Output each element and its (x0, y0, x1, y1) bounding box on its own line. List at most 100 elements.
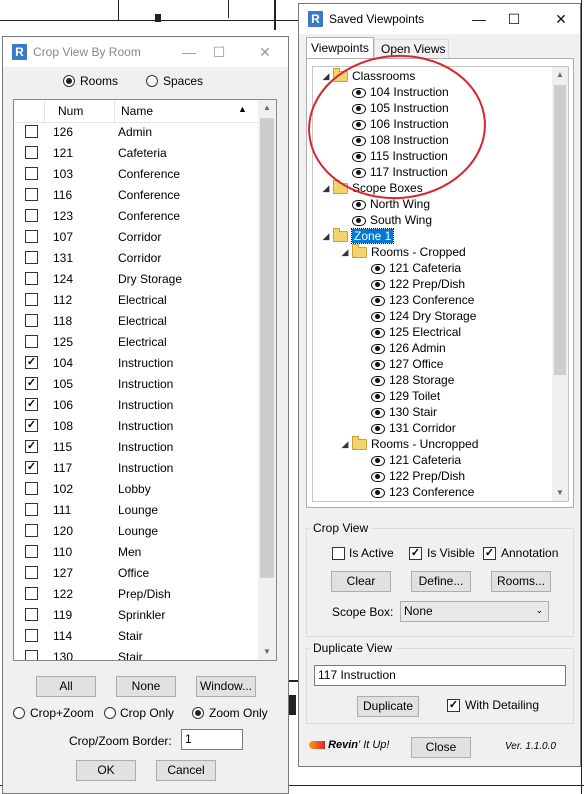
crop-view-titlebar[interactable]: R Crop View By Room — ☐ ✕ (3, 37, 288, 67)
minimize-icon[interactable]: — (175, 40, 203, 64)
clear-button[interactable]: Clear (331, 571, 391, 592)
room-list-row[interactable]: 118 Electrical (14, 311, 258, 332)
room-checkbox[interactable] (25, 503, 38, 516)
duplicate-button[interactable]: Duplicate (357, 696, 419, 717)
room-checkbox[interactable]: ✓ (25, 461, 38, 474)
room-checkbox[interactable] (25, 482, 38, 495)
room-checkbox[interactable]: ✓ (25, 377, 38, 390)
define-button[interactable]: Define... (411, 571, 471, 592)
room-list-row[interactable]: 114 Stair (14, 626, 258, 647)
minimize-icon[interactable]: — (465, 7, 493, 31)
rooms-button[interactable]: Rooms... (491, 571, 551, 592)
tree-viewpoint[interactable]: 129 Toilet (371, 388, 440, 404)
room-checkbox[interactable] (25, 272, 38, 285)
room-list-row[interactable]: 125 Electrical (14, 332, 258, 353)
zoom-only-radio[interactable] (192, 707, 204, 719)
room-checkbox[interactable] (25, 146, 38, 159)
room-list-row[interactable]: 130 Stair (14, 647, 258, 660)
col-name-header[interactable]: Name (121, 104, 153, 118)
close-button[interactable]: Close (411, 737, 471, 758)
room-list-row[interactable]: 110 Men (14, 542, 258, 563)
room-checkbox[interactable] (25, 125, 38, 138)
room-list-row[interactable]: 112 Electrical (14, 290, 258, 311)
expand-arrow-icon[interactable]: ◢ (321, 228, 331, 244)
room-checkbox[interactable] (25, 209, 38, 222)
list-scrollbar[interactable]: ▲ ▼ (258, 100, 276, 660)
room-list-row[interactable]: ✓ 108 Instruction (14, 416, 258, 437)
window-button[interactable]: Window... (196, 676, 256, 697)
room-list-row[interactable]: ✓ 104 Instruction (14, 353, 258, 374)
border-input[interactable]: 1 (181, 729, 243, 750)
tree-viewpoint[interactable]: 125 Electrical (371, 324, 461, 340)
spaces-radio[interactable] (146, 75, 158, 87)
expand-arrow-icon[interactable]: ◢ (340, 436, 350, 452)
room-list-row[interactable]: 102 Lobby (14, 479, 258, 500)
tree-viewpoint[interactable]: 122 Prep/Dish (371, 468, 465, 484)
room-checkbox[interactable] (25, 335, 38, 348)
room-checkbox[interactable]: ✓ (25, 356, 38, 369)
room-list-row[interactable]: 127 Office (14, 563, 258, 584)
annotation-checkbox[interactable]: ✓ (483, 547, 496, 560)
room-list-row[interactable]: ✓ 115 Instruction (14, 437, 258, 458)
crop-only-radio[interactable] (104, 707, 116, 719)
room-checkbox[interactable]: ✓ (25, 440, 38, 453)
room-list-row[interactable]: ✓ 117 Instruction (14, 458, 258, 479)
scroll-thumb[interactable] (260, 118, 274, 578)
tree-scrollbar[interactable]: ▲ ▼ (552, 67, 568, 501)
room-list-row[interactable]: 123 Conference (14, 206, 258, 227)
room-list-row[interactable]: 119 Sprinkler (14, 605, 258, 626)
room-list-row[interactable]: ✓ 106 Instruction (14, 395, 258, 416)
room-list-row[interactable]: 126 Admin (14, 122, 258, 143)
tree-folder[interactable]: Zone 1 (333, 228, 395, 244)
cancel-button[interactable]: Cancel (156, 760, 216, 781)
scope-box-select[interactable]: None ⌄ (400, 601, 549, 622)
tree-viewpoint[interactable]: 126 Admin (371, 340, 446, 356)
room-checkbox[interactable] (25, 524, 38, 537)
tree-viewpoint[interactable]: 131 Corridor (371, 420, 456, 436)
duplicate-name-input[interactable]: 117 Instruction (314, 665, 566, 686)
room-checkbox[interactable] (25, 608, 38, 621)
rooms-radio[interactable] (63, 75, 75, 87)
room-checkbox[interactable] (25, 587, 38, 600)
room-list-row[interactable]: 121 Cafeteria (14, 143, 258, 164)
room-checkbox[interactable] (25, 230, 38, 243)
saved-viewpoints-titlebar[interactable]: R Saved Viewpoints — ☐ ✕ (299, 4, 580, 34)
close-icon[interactable]: ✕ (547, 7, 575, 31)
tree-viewpoint[interactable]: 124 Dry Storage (371, 308, 476, 324)
none-button[interactable]: None (116, 676, 176, 697)
scroll-down-icon[interactable]: ▼ (258, 644, 276, 660)
close-icon[interactable]: ✕ (251, 40, 279, 64)
room-list[interactable]: Num Name ▲ 126 Admin 121 Cafeteria 103 Confer… (13, 99, 277, 661)
room-checkbox[interactable] (25, 650, 38, 660)
room-checkbox[interactable]: ✓ (25, 419, 38, 432)
tree-viewpoint[interactable]: 121 Cafeteria (371, 260, 461, 276)
tree-viewpoint[interactable]: 123 Conference (371, 292, 474, 308)
room-list-row[interactable]: 116 Conference (14, 185, 258, 206)
col-num-header[interactable]: Num (58, 104, 83, 118)
room-list-row[interactable]: ✓ 105 Instruction (14, 374, 258, 395)
scroll-up-icon[interactable]: ▲ (258, 100, 276, 116)
maximize-icon[interactable]: ☐ (205, 40, 233, 64)
room-checkbox[interactable] (25, 545, 38, 558)
room-checkbox[interactable]: ✓ (25, 398, 38, 411)
room-checkbox[interactable] (25, 314, 38, 327)
scroll-up-icon[interactable]: ▲ (552, 67, 568, 83)
room-checkbox[interactable] (25, 167, 38, 180)
is-visible-checkbox[interactable]: ✓ (409, 547, 422, 560)
room-list-row[interactable]: 103 Conference (14, 164, 258, 185)
is-active-checkbox[interactable] (332, 547, 345, 560)
room-list-row[interactable]: 131 Corridor (14, 248, 258, 269)
all-button[interactable]: All (36, 676, 96, 697)
tree-viewpoint[interactable]: 121 Cafeteria (371, 452, 461, 468)
tree-viewpoint[interactable]: 130 Stair (371, 404, 437, 420)
room-checkbox[interactable] (25, 188, 38, 201)
expand-arrow-icon[interactable]: ◢ (340, 244, 350, 260)
tree-viewpoint[interactable]: 123 Conference (371, 484, 474, 500)
tree-folder[interactable]: Rooms - Uncropped (352, 436, 478, 452)
with-detailing-checkbox[interactable]: ✓ (447, 699, 460, 712)
ok-button[interactable]: OK (76, 760, 136, 781)
tree-viewpoint[interactable]: 127 Office (371, 356, 443, 372)
room-checkbox[interactable] (25, 293, 38, 306)
tree-viewpoint[interactable]: 122 Prep/Dish (371, 276, 465, 292)
room-checkbox[interactable] (25, 629, 38, 642)
